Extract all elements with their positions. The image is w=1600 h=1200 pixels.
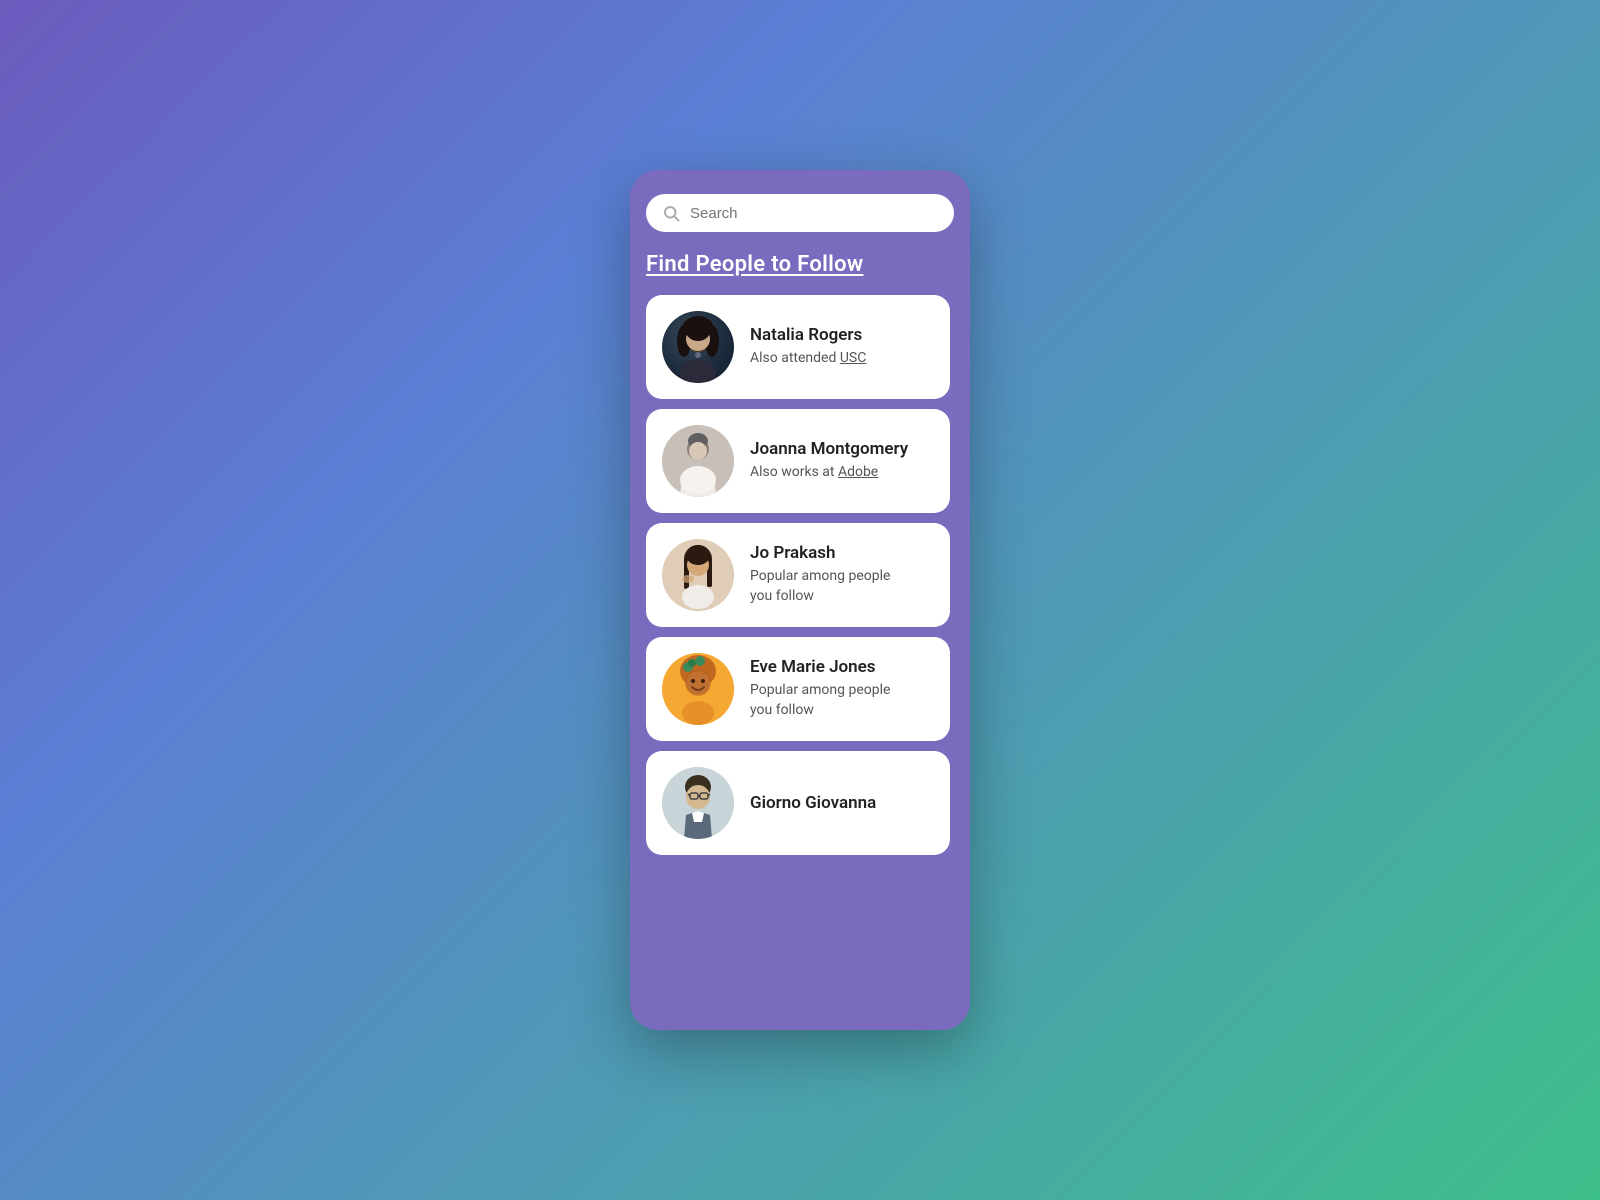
avatar-joanna xyxy=(662,425,734,497)
person-sub-natalia: Also attended USC xyxy=(750,349,866,369)
joanna-link[interactable]: Adobe xyxy=(838,464,878,480)
avatar-jo xyxy=(662,539,734,611)
avatar-giorno xyxy=(662,767,734,839)
person-sub-jo: Popular among peopleyou follow xyxy=(750,567,890,606)
search-input[interactable] xyxy=(690,205,938,222)
person-info-natalia: Natalia Rogers Also attended USC xyxy=(750,325,866,369)
avatar-natalia xyxy=(662,311,734,383)
person-card-joanna[interactable]: Joanna Montgomery Also works at Adobe xyxy=(646,409,950,513)
person-card-eve[interactable]: Eve Marie Jones Popular among peopleyou … xyxy=(646,637,950,741)
person-info-giorno: Giorno Giovanna xyxy=(750,793,876,813)
person-info-joanna: Joanna Montgomery Also works at Adobe xyxy=(750,439,908,483)
search-bar[interactable] xyxy=(646,194,954,232)
person-name-natalia: Natalia Rogers xyxy=(750,325,866,345)
person-name-eve: Eve Marie Jones xyxy=(750,657,890,677)
person-sub-eve: Popular among peopleyou follow xyxy=(750,681,890,720)
person-name-jo: Jo Prakash xyxy=(750,543,890,563)
search-icon xyxy=(662,204,680,222)
natalia-link[interactable]: USC xyxy=(840,350,867,366)
person-name-joanna: Joanna Montgomery xyxy=(750,439,908,459)
person-card-natalia[interactable]: Natalia Rogers Also attended USC xyxy=(646,295,950,399)
people-list: Natalia Rogers Also attended USC xyxy=(646,295,954,1006)
person-card-giorno[interactable]: Giorno Giovanna xyxy=(646,751,950,855)
person-card-jo[interactable]: Jo Prakash Popular among peopleyou follo… xyxy=(646,523,950,627)
person-info-jo: Jo Prakash Popular among peopleyou follo… xyxy=(750,543,890,606)
person-sub-joanna: Also works at Adobe xyxy=(750,463,908,483)
person-info-eve: Eve Marie Jones Popular among peopleyou … xyxy=(750,657,890,720)
avatar-eve xyxy=(662,653,734,725)
section-title: Find People to Follow xyxy=(646,252,954,277)
phone-container: Find People to Follow xyxy=(630,170,970,1030)
person-name-giorno: Giorno Giovanna xyxy=(750,793,876,813)
